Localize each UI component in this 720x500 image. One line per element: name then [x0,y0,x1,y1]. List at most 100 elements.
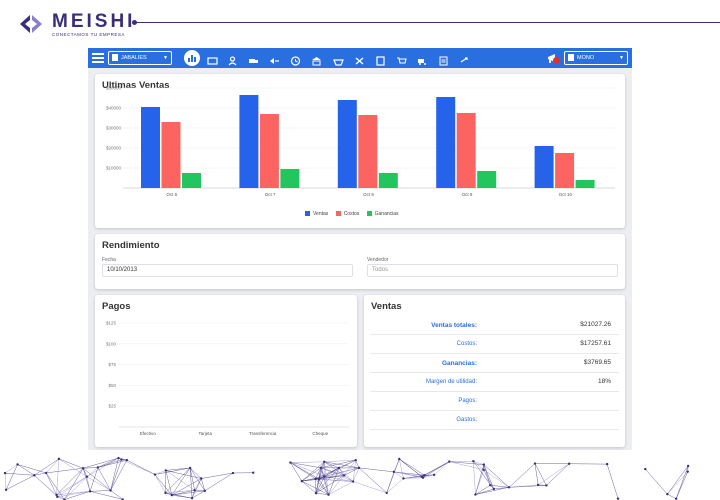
network-node [153,473,157,476]
bar-ventas-3 [337,100,357,188]
basket-icon[interactable] [333,53,344,66]
network-node [200,477,203,480]
bank-icon[interactable] [311,53,322,66]
network-line [546,463,570,486]
store-select[interactable]: JABALIES ▼ [108,51,172,65]
network-line [344,467,360,476]
brand-header: MEISHI CONECTAMOS TU EMPRESA [18,10,720,40]
register-icon[interactable] [207,53,218,65]
network-node [533,462,537,465]
truck-icon[interactable] [248,53,259,63]
user-icon [568,54,574,62]
network-node [686,464,690,468]
store-select-value: JABALIES [121,55,147,61]
notification-icon[interactable] [547,52,560,64]
network-node [319,466,323,469]
network-node [164,491,167,495]
network-node [117,456,120,460]
network-line [194,489,205,492]
network-node [489,483,492,487]
network-line [97,457,119,468]
y-tick-label: $75 [108,362,116,367]
network-node [170,493,174,497]
fecha-input[interactable]: 10/10/2013 [102,264,353,277]
summary-value: $3769.65 [583,359,611,366]
brand-name: MEISHI [52,11,136,32]
home-chart-icon[interactable] [184,50,200,66]
network-node [327,493,330,496]
transfer-icon[interactable] [459,53,470,63]
chart-legend: Ventas Costos Ganancias [299,211,399,217]
summary-value: 18% [597,378,611,385]
network-node [423,474,426,477]
network-line [5,472,35,476]
bar-costos-4 [456,113,476,188]
network-node [536,483,540,487]
network-node [203,489,206,493]
summary-row: Margen de utilidad: 18% [370,373,619,392]
network-line [154,470,166,475]
ventas-summary-title: Ventas [371,301,402,312]
cart-icon[interactable] [396,53,407,64]
network-node [109,489,112,492]
network-node [398,457,401,461]
summary-label: Pagos: [458,398,477,404]
summary-label: Ganancias: [441,360,477,367]
user-icon[interactable] [227,53,238,66]
network-line [290,462,325,477]
tools-icon[interactable] [354,53,365,65]
summary-row: Ganancias: $3769.65 [370,354,619,373]
network-node [323,460,326,463]
fecha-label: Fecha [102,257,116,263]
user-select-value: MONO [577,55,595,61]
network-line [422,461,450,478]
network-node [317,478,321,481]
network-node [314,492,318,495]
network-node [88,490,92,493]
bar-ganancias-2 [280,169,300,188]
network-node [300,479,304,483]
network-line [17,464,47,474]
network-line [667,471,688,495]
network-node [3,471,7,475]
chevron-down-icon: ▼ [619,55,624,61]
vendedor-select[interactable]: Todos [367,264,618,277]
bar-costos-3 [358,115,378,188]
summary-label: Margen de utilidad: [425,379,477,385]
bar-ventas-2 [239,95,259,188]
legend-swatch-ventas [305,211,310,217]
network-node [4,488,8,491]
network-node [85,475,89,478]
clock-icon[interactable] [290,53,301,66]
network-line [508,463,536,488]
network-node [16,463,19,466]
legend-costos: Costos [343,211,360,217]
clipboard-icon[interactable] [375,53,386,66]
legend-swatch-costos [335,211,341,217]
network-node [385,491,388,495]
network-line [358,467,394,473]
delivery-icon[interactable] [417,53,428,65]
network-node [507,486,511,489]
hamburger-menu-icon[interactable] [92,53,104,63]
network-node [605,462,609,466]
return-icon[interactable] [269,53,280,64]
network-node [686,470,689,473]
bar-costos-1 [161,122,181,188]
network-node [314,477,317,481]
network-line [45,472,58,498]
network-line [86,476,91,492]
network-line [5,475,35,490]
network-node [392,470,396,474]
network-line [675,471,688,499]
network-node [492,487,496,491]
network-node [188,466,192,470]
network-node [482,463,486,466]
user-select[interactable]: MONO ▼ [564,51,628,65]
list-icon[interactable] [438,53,449,66]
network-node [354,458,357,462]
notification-badge [553,57,560,64]
y-tick-label: $40000 [106,106,122,111]
summary-row: Costos: $17257.61 [370,335,619,354]
network-line [667,465,689,495]
